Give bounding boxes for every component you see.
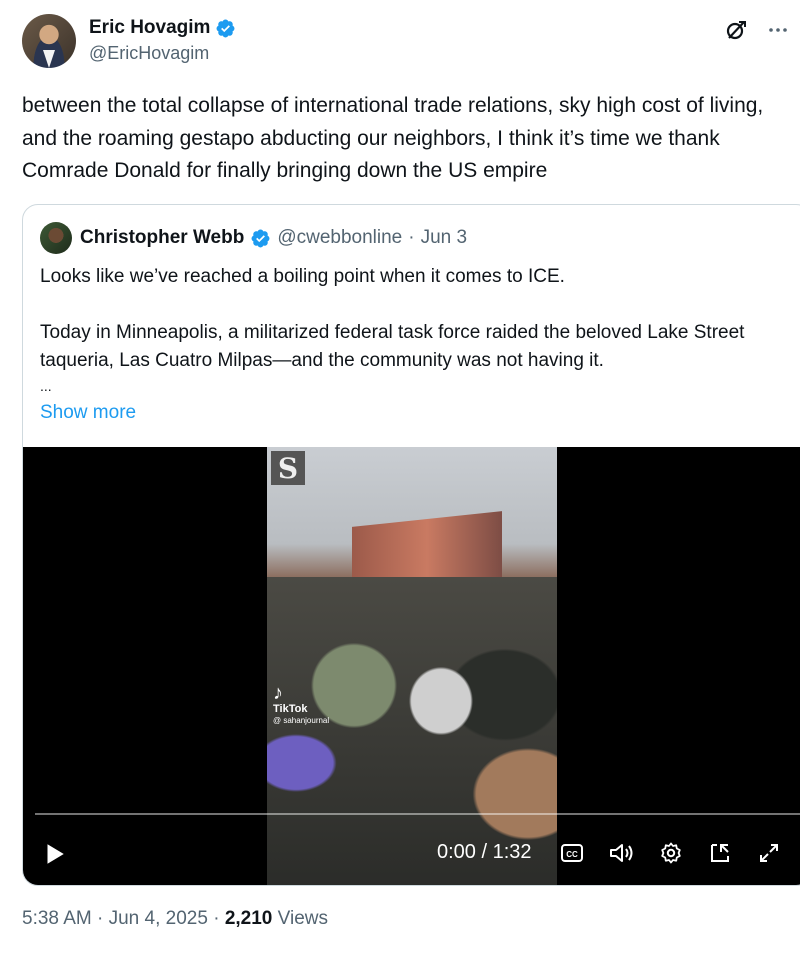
author-name[interactable]: Eric Hovagim (89, 17, 210, 39)
tweet-header: Eric Hovagim @EricHovagim (22, 14, 792, 70)
video-time: 0:00 / 1:32 (437, 841, 532, 863)
video-controls: 0:00 / 1:32 CC (23, 833, 800, 873)
sahan-logo: S (271, 451, 305, 485)
author-avatar[interactable] (22, 14, 76, 68)
verified-badge-icon (216, 19, 235, 37)
quoted-author-avatar (40, 222, 72, 254)
author-handle[interactable]: @EricHovagim (89, 43, 236, 64)
separator-dot: · (213, 908, 220, 929)
quoted-ellipsis: ... (40, 378, 52, 394)
separator-dot: · (408, 227, 415, 248)
settings-gear-icon[interactable] (655, 837, 687, 869)
video-progress-bar[interactable] (35, 813, 800, 815)
views-label: Views (277, 908, 328, 929)
grok-icon[interactable] (722, 16, 750, 44)
tweet-date[interactable]: Jun 4, 2025 (109, 908, 208, 929)
views-count: 2,210 (224, 908, 273, 929)
tiktok-handle: @ sahanjournal (273, 716, 330, 725)
author-info: Eric Hovagim @EricHovagim (89, 16, 236, 64)
quoted-author-name: Christopher Webb (80, 227, 245, 248)
tiktok-label: TikTok (273, 703, 308, 715)
verified-badge-icon (251, 229, 270, 247)
quoted-author-handle: @cwebbonline (277, 227, 403, 248)
quoted-paragraph: Looks like we’ve reached a boiling point… (40, 266, 565, 287)
show-more-link[interactable]: Show more (40, 399, 800, 427)
tiktok-watermark: ♪ TikTok @ sahanjournal (273, 683, 329, 727)
picture-in-picture-icon[interactable] (704, 837, 736, 869)
svg-text:CC: CC (566, 850, 578, 859)
captions-icon[interactable]: CC (556, 837, 588, 869)
quoted-tweet-header: Christopher Webb @cwebbonline · Jun 3 (40, 222, 468, 254)
quoted-tweet-body: Looks like we’ve reached a boiling point… (40, 263, 800, 427)
play-icon[interactable] (41, 841, 67, 867)
fullscreen-icon[interactable] (753, 837, 785, 869)
quoted-paragraph: Today in Minneapolis, a militarized fede… (40, 322, 745, 371)
quoted-tweet[interactable]: Christopher Webb @cwebbonline · Jun 3 Lo… (22, 204, 800, 886)
separator-dot: · (97, 908, 104, 929)
more-options-icon[interactable] (764, 16, 792, 44)
tiktok-icon: ♪ (273, 682, 283, 704)
video-frame: S ♪ TikTok @ sahanjournal (267, 447, 557, 885)
volume-icon[interactable] (605, 837, 637, 869)
video-player[interactable]: S ♪ TikTok @ sahanjournal 0:00 / 1:32 CC (23, 447, 800, 885)
tweet-time[interactable]: 5:38 AM (22, 908, 92, 929)
quoted-tweet-date: Jun 3 (420, 227, 468, 248)
tweet-meta: 5:38 AM · Jun 4, 2025 · 2,210 Views (22, 908, 328, 930)
tweet-text: between the total collapse of internatio… (22, 94, 764, 182)
